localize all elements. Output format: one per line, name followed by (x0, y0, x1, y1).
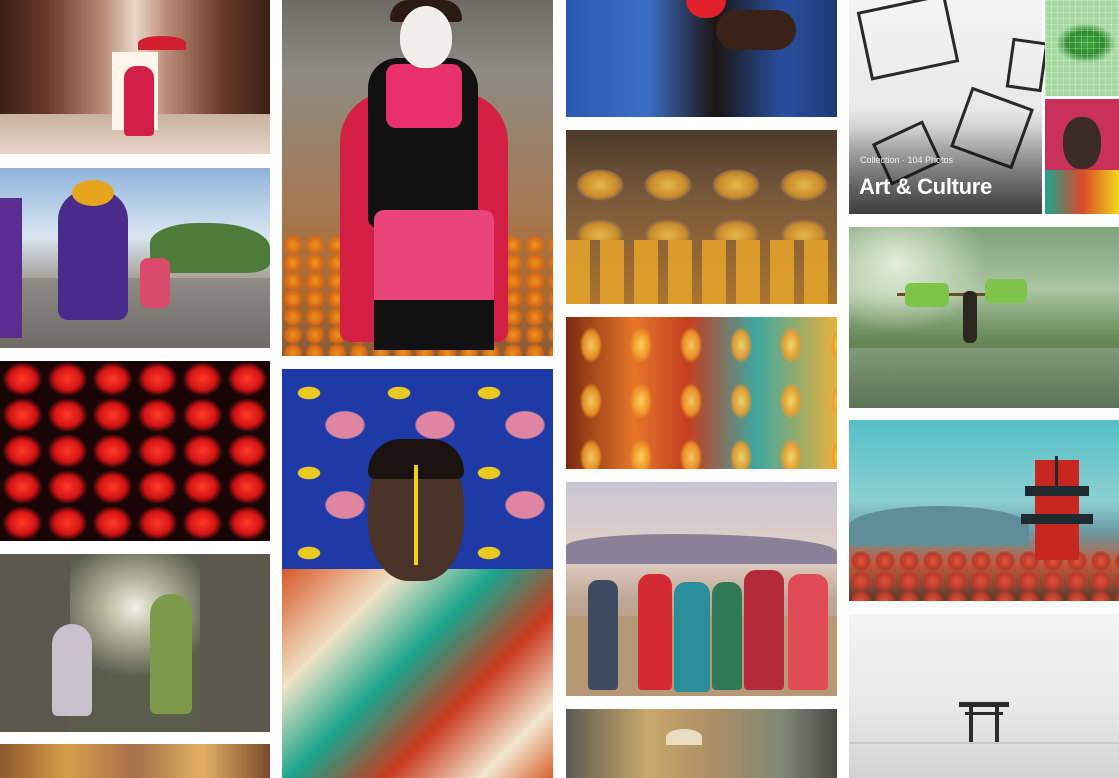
photo-catrina-woman[interactable] (282, 0, 553, 356)
photo-monk-umbrella[interactable] (0, 0, 270, 154)
collection-thumb-photo (1045, 0, 1119, 96)
collection-thumb-photo (1045, 99, 1119, 214)
photo-detail (666, 729, 702, 745)
photo-detail (985, 279, 1027, 303)
photo-detail (72, 180, 114, 206)
photo-detail (1021, 514, 1093, 524)
photo-market-stall[interactable] (0, 744, 270, 778)
photo-maasai-group[interactable] (566, 482, 837, 696)
photo-detail (716, 10, 796, 50)
photo-denim-closeup[interactable] (566, 0, 837, 117)
photo-detail (969, 706, 973, 742)
photo-detail (0, 198, 22, 338)
photo-painted-face-portrait[interactable] (282, 369, 553, 778)
photo-detail (849, 506, 1029, 546)
photo-detail (588, 580, 618, 690)
photo-detail (374, 300, 494, 350)
photo-detail (1063, 117, 1101, 169)
collection-meta: Collection · 104 Photos (860, 155, 954, 165)
photo-street-scene[interactable] (566, 709, 837, 778)
photo-detail (1045, 170, 1119, 214)
photo-khon-dancers[interactable] (0, 554, 270, 732)
photo-detail (0, 361, 270, 541)
photo-street-dancers[interactable] (0, 168, 270, 348)
photo-detail (58, 190, 128, 320)
photo-detail (150, 594, 192, 714)
photo-detail (849, 348, 1119, 408)
photo-detail (674, 582, 710, 692)
photo-detail (0, 278, 270, 348)
photo-detail (282, 569, 553, 778)
photo-detail (1055, 456, 1058, 486)
photo-detail (386, 64, 462, 128)
photo-detail (744, 570, 784, 690)
photo-rice-farmer[interactable] (849, 227, 1119, 408)
photo-detail (856, 0, 960, 81)
photo-detail (400, 6, 452, 68)
photo-detail (414, 465, 418, 565)
photo-red-lanterns[interactable] (0, 361, 270, 541)
photo-detail (566, 317, 837, 469)
photo-detail (712, 582, 742, 690)
photo-detail (200, 554, 270, 732)
photo-detail (140, 258, 170, 308)
collection-card[interactable]: Collection · 104 Photos Art & Culture (849, 0, 1119, 214)
photo-detail (566, 534, 837, 564)
photo-detail (995, 706, 999, 742)
photo-detail (959, 702, 1009, 707)
photo-detail (1045, 0, 1119, 96)
photo-spice-market[interactable] (566, 130, 837, 304)
photo-detail (638, 574, 672, 690)
photo-lamp-bazaar[interactable] (566, 317, 837, 469)
collection-title[interactable]: Art & Culture (859, 174, 992, 200)
photo-detail (788, 574, 828, 690)
photo-detail (566, 160, 837, 240)
photo-detail (1005, 37, 1049, 93)
photo-detail (1025, 486, 1089, 496)
photo-detail (686, 0, 726, 18)
photo-torii-gate[interactable] (849, 614, 1119, 778)
photo-detail (566, 240, 837, 304)
photo-detail (905, 283, 949, 307)
photo-pagoda-landscape[interactable] (849, 420, 1119, 601)
photo-detail (138, 36, 186, 50)
photo-detail (52, 624, 92, 716)
photo-detail (963, 291, 977, 343)
photo-detail (849, 742, 1119, 744)
photo-detail (124, 66, 154, 136)
